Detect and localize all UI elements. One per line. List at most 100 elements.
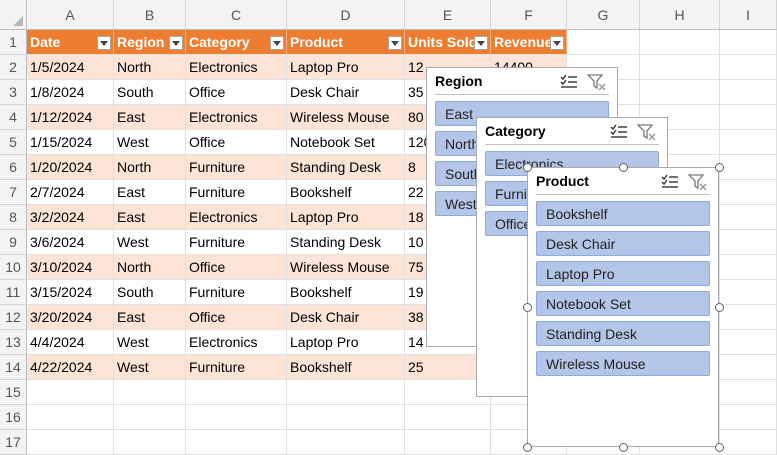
table-cell[interactable]: Laptop Pro: [287, 205, 405, 230]
table-cell[interactable]: West: [114, 355, 186, 380]
table-cell[interactable]: Desk Chair: [287, 80, 405, 105]
cell[interactable]: [720, 355, 777, 380]
table-header-cell[interactable]: Units Sold: [405, 30, 491, 55]
table-cell[interactable]: Wireless Mouse: [287, 255, 405, 280]
table-cell[interactable]: 3/10/2024: [27, 255, 114, 280]
column-header-h[interactable]: H: [640, 0, 720, 30]
row-header-13[interactable]: 13: [0, 330, 27, 355]
column-header-a[interactable]: A: [27, 0, 114, 30]
row-header-3[interactable]: 3: [0, 80, 27, 105]
clear-filter-icon[interactable]: [636, 123, 657, 141]
table-cell[interactable]: Office: [186, 305, 287, 330]
cell[interactable]: [720, 180, 777, 205]
cell[interactable]: [186, 405, 287, 430]
filter-dropdown-button[interactable]: [270, 36, 284, 50]
table-cell[interactable]: Office: [186, 80, 287, 105]
row-header-16[interactable]: 16: [0, 405, 27, 430]
cell[interactable]: [287, 430, 405, 455]
table-cell[interactable]: 4/22/2024: [27, 355, 114, 380]
table-cell[interactable]: Standing Desk: [287, 155, 405, 180]
table-cell[interactable]: 1/12/2024: [27, 105, 114, 130]
table-cell[interactable]: Desk Chair: [287, 305, 405, 330]
table-cell[interactable]: 3/15/2024: [27, 280, 114, 305]
cell[interactable]: [27, 430, 114, 455]
table-cell[interactable]: Laptop Pro: [287, 55, 405, 80]
table-cell[interactable]: Furniture: [186, 355, 287, 380]
table-cell[interactable]: Wireless Mouse: [287, 105, 405, 130]
table-cell[interactable]: Notebook Set: [287, 130, 405, 155]
table-cell[interactable]: 1/20/2024: [27, 155, 114, 180]
column-header-g[interactable]: G: [567, 0, 640, 30]
table-cell[interactable]: Furniture: [186, 230, 287, 255]
table-cell[interactable]: Furniture: [186, 280, 287, 305]
table-header-cell[interactable]: Date: [27, 30, 114, 55]
filter-dropdown-button[interactable]: [169, 36, 183, 50]
cell[interactable]: [27, 380, 114, 405]
cell[interactable]: [720, 30, 777, 55]
multi-select-icon[interactable]: [660, 173, 680, 191]
cell[interactable]: [405, 430, 491, 455]
table-cell[interactable]: 3/6/2024: [27, 230, 114, 255]
clear-filter-icon[interactable]: [586, 73, 607, 91]
column-header-e[interactable]: E: [405, 0, 491, 30]
table-cell[interactable]: Bookshelf: [287, 280, 405, 305]
table-cell[interactable]: 1/5/2024: [27, 55, 114, 80]
cell[interactable]: [114, 405, 186, 430]
table-header-cell[interactable]: Region: [114, 30, 186, 55]
table-cell[interactable]: Office: [186, 130, 287, 155]
row-header-5[interactable]: 5: [0, 130, 27, 155]
table-cell[interactable]: Electronics: [186, 105, 287, 130]
resize-handle[interactable]: [715, 443, 724, 452]
table-cell[interactable]: Furniture: [186, 155, 287, 180]
table-cell[interactable]: East: [114, 105, 186, 130]
resize-handle[interactable]: [523, 303, 532, 312]
row-header-1[interactable]: 1: [0, 30, 27, 55]
table-cell[interactable]: Standing Desk: [287, 230, 405, 255]
cell[interactable]: [567, 30, 640, 55]
resize-handle[interactable]: [715, 163, 724, 172]
row-header-14[interactable]: 14: [0, 355, 27, 380]
row-header-11[interactable]: 11: [0, 280, 27, 305]
table-cell[interactable]: East: [114, 180, 186, 205]
table-cell[interactable]: 4/4/2024: [27, 330, 114, 355]
table-cell[interactable]: Electronics: [186, 205, 287, 230]
table-cell[interactable]: Bookshelf: [287, 355, 405, 380]
filter-dropdown-button[interactable]: [474, 36, 488, 50]
row-header-6[interactable]: 6: [0, 155, 27, 180]
cell[interactable]: [720, 305, 777, 330]
cell[interactable]: [287, 380, 405, 405]
cell[interactable]: [720, 255, 777, 280]
table-cell[interactable]: 2/7/2024: [27, 180, 114, 205]
cell[interactable]: [720, 80, 777, 105]
row-header-9[interactable]: 9: [0, 230, 27, 255]
table-cell[interactable]: 1/8/2024: [27, 80, 114, 105]
table-cell[interactable]: Bookshelf: [287, 180, 405, 205]
cell[interactable]: [27, 405, 114, 430]
row-header-12[interactable]: 12: [0, 305, 27, 330]
filter-dropdown-button[interactable]: [388, 36, 402, 50]
cell[interactable]: [720, 330, 777, 355]
cell[interactable]: [720, 155, 777, 180]
table-cell[interactable]: 1/15/2024: [27, 130, 114, 155]
slicer-product[interactable]: Product Bookshelf Desk Chair Laptop Pro Note…: [523, 163, 724, 452]
table-cell[interactable]: 3/2/2024: [27, 205, 114, 230]
slicer-item-standing-desk[interactable]: Standing Desk: [536, 321, 710, 346]
cell[interactable]: [186, 430, 287, 455]
table-cell[interactable]: South: [114, 280, 186, 305]
table-cell[interactable]: East: [114, 205, 186, 230]
row-header-2[interactable]: 2: [0, 55, 27, 80]
cell[interactable]: [720, 230, 777, 255]
column-header-c[interactable]: C: [186, 0, 287, 30]
column-header-f[interactable]: F: [491, 0, 567, 30]
cell[interactable]: [114, 380, 186, 405]
table-cell[interactable]: 3/20/2024: [27, 305, 114, 330]
resize-handle[interactable]: [715, 303, 724, 312]
column-header-i[interactable]: I: [720, 0, 777, 30]
table-header-cell[interactable]: Revenue: [491, 30, 567, 55]
cell[interactable]: [405, 405, 491, 430]
resize-handle[interactable]: [619, 163, 628, 172]
table-header-cell[interactable]: Category: [186, 30, 287, 55]
cell[interactable]: [640, 55, 720, 80]
filter-dropdown-button[interactable]: [550, 36, 564, 50]
slicer-item-laptop-pro[interactable]: Laptop Pro: [536, 261, 710, 286]
